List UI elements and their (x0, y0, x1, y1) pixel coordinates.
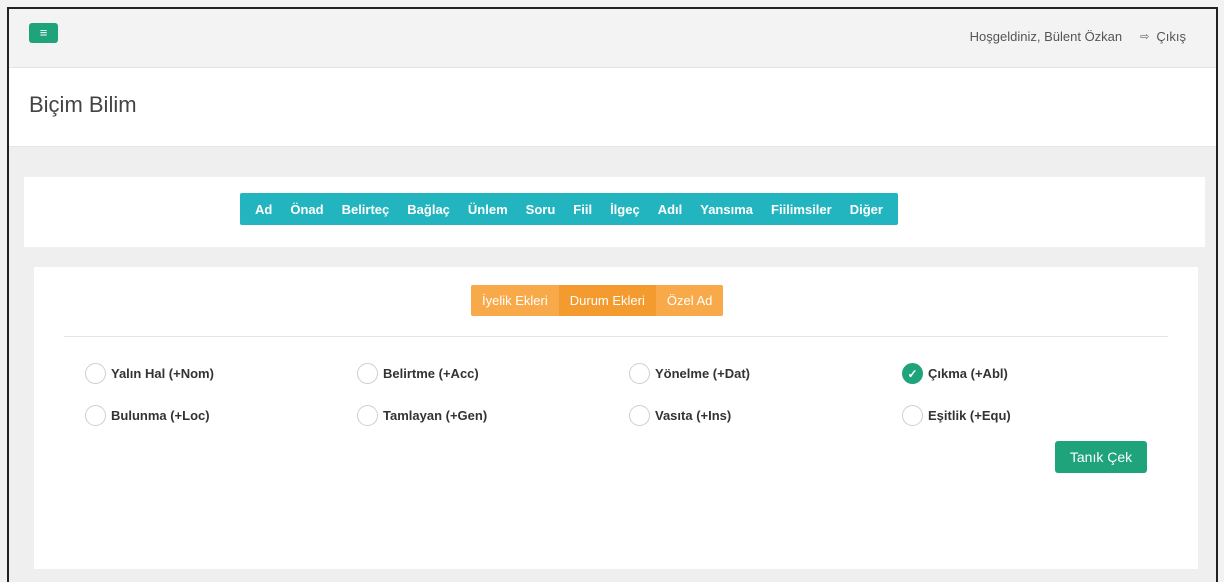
page-header: Biçim Bilim (9, 68, 1216, 147)
case-option[interactable]: Tamlayan (+Gen) (357, 405, 487, 426)
case-option[interactable]: Yalın Hal (+Nom) (85, 363, 214, 384)
case-option[interactable]: Bulunma (+Loc) (85, 405, 210, 426)
category-item[interactable]: Soru (517, 202, 565, 217)
case-option[interactable]: Belirtme (+Acc) (357, 363, 479, 384)
case-option-label: Bulunma (+Loc) (111, 408, 210, 423)
category-nav: Ad Önad Belirteç Bağlaç Ünlem Soru Fiil İlgeç Ad… (240, 193, 898, 225)
case-option[interactable]: Eşitlik (+Equ) (902, 405, 1011, 426)
radio-checked-icon[interactable]: ✓ (902, 363, 923, 384)
category-item[interactable]: Belirteç (333, 202, 399, 217)
radio-icon[interactable] (357, 363, 378, 384)
logout-icon: ⇨ (1140, 31, 1150, 43)
page-title: Biçim Bilim (29, 92, 137, 117)
category-item[interactable]: Adıl (649, 202, 692, 217)
category-item[interactable]: Diğer (841, 202, 892, 217)
menu-toggle-button[interactable]: ≡ (29, 23, 58, 43)
user-area: Hoşgeldiniz, Bülent Özkan ⇨ Çıkış (970, 29, 1186, 44)
case-option-label: Tamlayan (+Gen) (383, 408, 488, 423)
top-navbar: ≡ Hoşgeldiniz, Bülent Özkan ⇨ Çıkış (9, 9, 1216, 68)
app-frame: ≡ Hoşgeldiniz, Bülent Özkan ⇨ Çıkış Biçi… (7, 7, 1218, 582)
category-item[interactable]: Fiilimsiler (762, 202, 841, 217)
logout-link[interactable]: ⇨ Çıkış (1140, 29, 1186, 44)
case-option[interactable]: Vasıta (+Ins) (629, 405, 731, 426)
case-option[interactable]: ✓ Çıkma (+Abl) (902, 363, 1008, 384)
case-option-label: Çıkma (+Abl) (928, 366, 1008, 381)
tanik-cek-button[interactable]: Tanık Çek (1055, 441, 1147, 473)
logout-label: Çıkış (1156, 29, 1186, 44)
suffix-tab[interactable]: Özel Ad (655, 285, 724, 316)
suffix-tab[interactable]: İyelik Ekleri (471, 285, 559, 316)
radio-icon[interactable] (902, 405, 923, 426)
case-option-label: Belirtme (+Acc) (383, 366, 479, 381)
category-item[interactable]: Fiil (564, 202, 601, 217)
welcome-text: Hoşgeldiniz, Bülent Özkan (969, 29, 1123, 44)
case-option-label: Yönelme (+Dat) (655, 366, 750, 381)
category-item[interactable]: Ad (246, 202, 281, 217)
case-option-label: Vasıta (+Ins) (655, 408, 732, 423)
category-panel: Ad Önad Belirteç Bağlaç Ünlem Soru Fiil İlgeç Ad… (24, 177, 1205, 247)
case-option-label: Yalın Hal (+Nom) (111, 366, 214, 381)
category-item[interactable]: Önad (281, 202, 332, 217)
radio-icon[interactable] (85, 363, 106, 384)
radio-icon[interactable] (629, 405, 650, 426)
category-item[interactable]: Ünlem (459, 202, 517, 217)
category-item[interactable]: Bağlaç (398, 202, 459, 217)
suffix-tab[interactable]: Durum Ekleri (558, 285, 656, 316)
radio-icon[interactable] (357, 405, 378, 426)
hamburger-icon: ≡ (39, 25, 48, 40)
category-item[interactable]: İlgeç (601, 202, 649, 217)
suffix-tabs: İyelik Ekleri Durum Ekleri Özel Ad (471, 285, 724, 316)
divider (64, 336, 1168, 337)
category-item[interactable]: Yansıma (691, 202, 762, 217)
radio-icon[interactable] (85, 405, 106, 426)
radio-icon[interactable] (629, 363, 650, 384)
case-option[interactable]: Yönelme (+Dat) (629, 363, 750, 384)
case-option-label: Eşitlik (+Equ) (928, 408, 1011, 423)
main-panel: İyelik Ekleri Durum Ekleri Özel Ad Yalın H… (34, 267, 1198, 569)
